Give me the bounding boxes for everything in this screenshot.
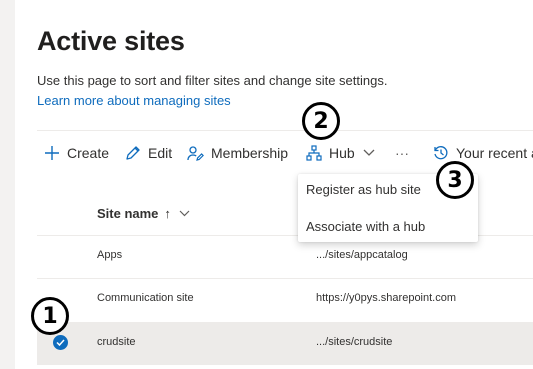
more-actions-button[interactable]: ··· (395, 142, 409, 164)
hub-button[interactable]: Hub (305, 142, 375, 164)
person-edit-icon (187, 144, 205, 162)
toolbar-divider (37, 130, 533, 131)
site-name-cell[interactable]: Communication site (97, 292, 194, 304)
callout-badge-1: 1 (31, 297, 69, 335)
column-header-site-name[interactable]: Site name ↑ (97, 206, 190, 221)
site-url-cell[interactable]: .../sites/crudsite (316, 336, 392, 348)
edit-button[interactable]: Edit (124, 142, 172, 164)
page-title: Active sites (37, 26, 185, 56)
recent-actions-button[interactable]: Your recent a (432, 142, 533, 164)
learn-more-link[interactable]: Learn more about managing sites (37, 93, 231, 108)
chevron-down-icon (179, 210, 190, 217)
callout-badge-2: 2 (302, 102, 340, 140)
site-name-cell[interactable]: Apps (97, 249, 122, 261)
recent-actions-label: Your recent a (456, 145, 533, 161)
create-label: Create (67, 145, 110, 161)
pencil-icon (124, 144, 142, 162)
active-sites-page: Active sites Use this page to sort and f… (0, 0, 533, 369)
more-actions-label: ··· (395, 145, 409, 161)
column-header-label: Site name (97, 206, 159, 221)
row-divider (37, 278, 533, 279)
create-button[interactable]: Create (43, 142, 109, 164)
sort-ascending-icon: ↑ (164, 206, 171, 221)
site-name-cell[interactable]: crudsite (97, 336, 136, 348)
membership-button[interactable]: Membership (187, 142, 288, 164)
site-url-cell[interactable]: .../sites/appcatalog (316, 249, 408, 261)
menu-item-associate-hub[interactable]: Associate with a hub (306, 219, 425, 234)
callout-badge-3: 3 (436, 161, 474, 199)
hub-label: Hub (329, 145, 355, 161)
menu-item-register-hub[interactable]: Register as hub site (306, 182, 421, 197)
page-description: Use this page to sort and filter sites a… (37, 73, 388, 88)
chevron-down-icon (363, 149, 375, 157)
membership-label: Membership (211, 145, 289, 161)
edit-label: Edit (148, 145, 173, 161)
history-icon (432, 144, 450, 162)
site-url-cell[interactable]: https://y0pys.sharepoint.com (316, 292, 456, 304)
row-checkmark-icon[interactable] (53, 335, 68, 350)
hub-icon (305, 144, 323, 162)
plus-icon (43, 144, 61, 162)
left-navigation-strip (0, 0, 15, 369)
